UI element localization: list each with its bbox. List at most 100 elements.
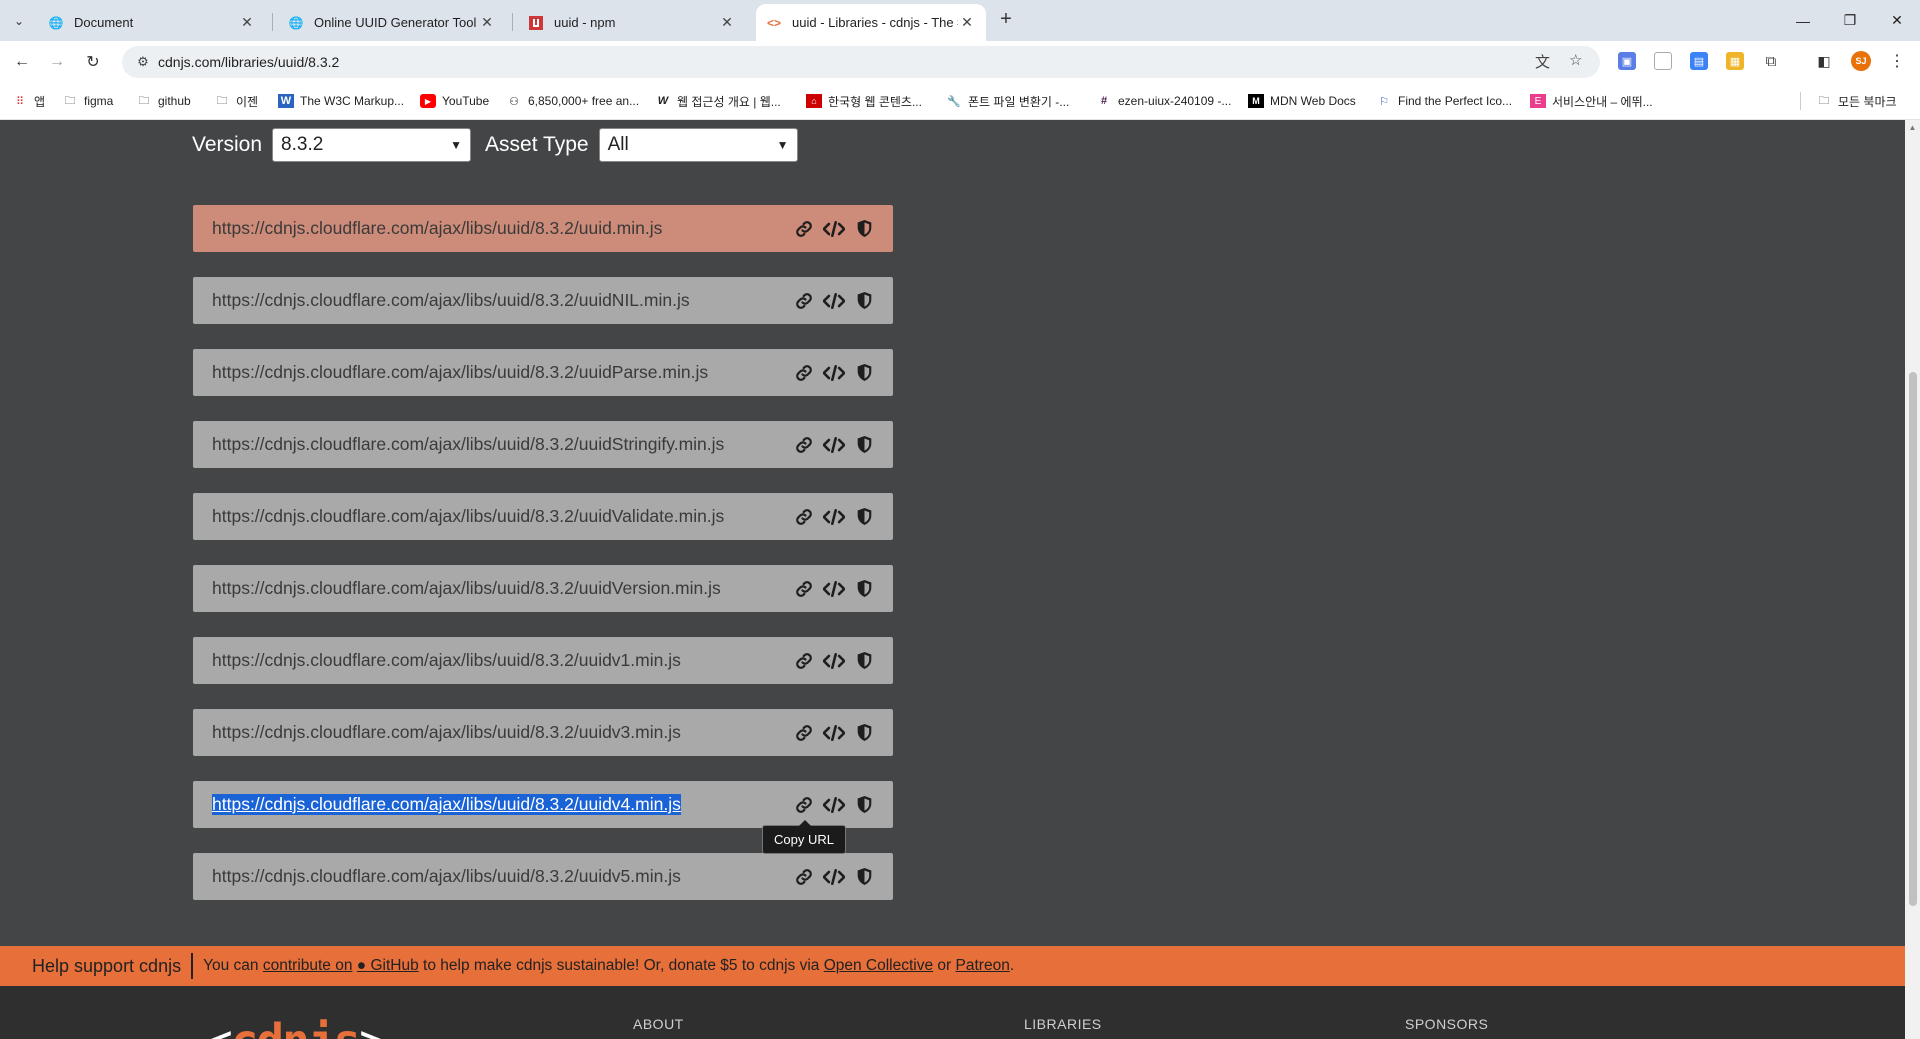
tab-document[interactable]: 🌐 Document ✕ [38, 4, 266, 41]
copy-script-tag-code-icon[interactable] [823, 218, 845, 240]
close-icon[interactable]: ✕ [718, 14, 736, 31]
new-tab-button[interactable]: + [994, 8, 1018, 32]
footer-sponsors[interactable]: SPONSORS [1405, 1016, 1488, 1032]
bookmark-service-guide[interactable]: E 서비스안내 – 에뛰... [1530, 91, 1653, 111]
bookmark-mdn[interactable]: M MDN Web Docs [1248, 91, 1356, 111]
bookmark-font-converter[interactable]: 🔧 폰트 파일 변환기 -... [946, 91, 1069, 111]
copy-script-tag-code-icon[interactable] [823, 722, 845, 744]
e-icon: E [1530, 94, 1546, 108]
patreon-link[interactable]: Patreon [956, 957, 1010, 974]
copy-script-tag-code-icon[interactable] [823, 362, 845, 384]
copy-url-link-icon[interactable] [793, 434, 815, 456]
bookmark-find-icon[interactable]: ⚐ Find the Perfect Ico... [1376, 91, 1512, 111]
asset-url[interactable]: https://cdnjs.cloudflare.com/ajax/libs/u… [212, 506, 724, 527]
reload-button[interactable]: ↻ [80, 49, 106, 75]
tab-cdnjs[interactable]: <> uuid - Libraries - cdnjs - The # ✕ [756, 4, 986, 41]
copy-url-link-icon[interactable] [793, 506, 815, 528]
extension-icon[interactable]: ▣ [1618, 52, 1636, 70]
address-url[interactable]: cdnjs.com/libraries/uuid/8.3.2 [158, 54, 339, 70]
open-collective-link[interactable]: Open Collective [824, 957, 933, 974]
copy-script-tag-code-icon[interactable] [823, 650, 845, 672]
asset-url[interactable]: https://cdnjs.cloudflare.com/ajax/libs/u… [212, 578, 721, 599]
bookmark-w3c[interactable]: W The W3C Markup... [278, 91, 404, 111]
copy-sri-shield-icon[interactable] [853, 794, 875, 816]
bookmark-youtube[interactable]: ▶ YouTube [420, 91, 489, 111]
github-link[interactable]: ● GitHub [357, 957, 419, 974]
copy-script-tag-code-icon[interactable] [823, 290, 845, 312]
copy-sri-shield-icon[interactable] [853, 218, 875, 240]
minimize-button[interactable]: — [1780, 0, 1826, 41]
tab-uuid-generator[interactable]: 🌐 Online UUID Generator Tool ✕ [278, 4, 506, 41]
copy-script-tag-code-icon[interactable] [823, 506, 845, 528]
copy-sri-shield-icon[interactable] [853, 866, 875, 888]
footer-about[interactable]: ABOUT [633, 1016, 684, 1032]
asset-url[interactable]: https://cdnjs.cloudflare.com/ajax/libs/u… [212, 362, 708, 383]
avatar[interactable]: SJ [1851, 51, 1871, 71]
asset-url[interactable]: https://cdnjs.cloudflare.com/ajax/libs/u… [212, 650, 681, 671]
extension-icon[interactable] [1654, 52, 1672, 70]
extension-icon[interactable]: ▦ [1726, 52, 1744, 70]
bookmark-web-accessibility[interactable]: W 웹 접근성 개요 | 웹... [655, 91, 781, 111]
asset-url[interactable]: https://cdnjs.cloudflare.com/ajax/libs/u… [212, 218, 662, 239]
asset-type-value: All [607, 134, 629, 155]
asset-url[interactable]: https://cdnjs.cloudflare.com/ajax/libs/u… [212, 794, 681, 815]
tab-search-button[interactable]: ⌄ [6, 9, 32, 33]
asset-type-select[interactable]: All ▼ [598, 128, 798, 162]
translate-icon[interactable]: 文 [1535, 51, 1550, 72]
cdnjs-logo[interactable]: <cdnjs> [205, 1014, 387, 1039]
bookmark-star-icon[interactable]: ☆ [1569, 51, 1582, 69]
scroll-up-arrow[interactable]: ▲ [1908, 123, 1917, 132]
close-icon[interactable]: ✕ [238, 14, 256, 31]
side-panel-icon[interactable]: ◧ [1815, 52, 1833, 70]
copy-url-link-icon[interactable] [793, 290, 815, 312]
contribute-link[interactable]: contribute on [263, 957, 353, 974]
copy-sri-shield-icon[interactable] [853, 578, 875, 600]
scrollbar-thumb[interactable] [1909, 372, 1917, 906]
close-icon[interactable]: ✕ [958, 14, 976, 31]
scrollbar[interactable]: ▲ [1905, 120, 1920, 1039]
copy-sri-shield-icon[interactable] [853, 362, 875, 384]
footer-libraries[interactable]: LIBRARIES [1024, 1016, 1102, 1032]
bookmark-apps[interactable]: ⠿ 앱 [12, 91, 45, 111]
forward-button[interactable]: → [44, 49, 70, 75]
copy-url-link-icon[interactable] [793, 650, 815, 672]
extension-icon[interactable]: ▤ [1690, 52, 1708, 70]
bookmark-ezen[interactable]: 🗀 이젠 [214, 91, 259, 111]
copy-url-link-icon[interactable] [793, 578, 815, 600]
copy-url-link-icon[interactable] [793, 362, 815, 384]
bookmark-korean-web-content[interactable]: ⌂ 한국형 웹 콘텐츠... [806, 91, 922, 111]
copy-sri-shield-icon[interactable] [853, 506, 875, 528]
bookmark-label: 폰트 파일 변환기 -... [968, 94, 1070, 109]
asset-url[interactable]: https://cdnjs.cloudflare.com/ajax/libs/u… [212, 290, 690, 311]
copy-script-tag-code-icon[interactable] [823, 578, 845, 600]
address-bar[interactable]: ⚙ cdnjs.com/libraries/uuid/8.3.2 文 ☆ [122, 46, 1600, 78]
copy-url-link-icon[interactable] [793, 218, 815, 240]
site-info-icon[interactable]: ⚙ [128, 54, 158, 70]
tab-npm[interactable]: uuid - npm ✕ [518, 4, 746, 41]
asset-url[interactable]: https://cdnjs.cloudflare.com/ajax/libs/u… [212, 434, 724, 455]
version-select[interactable]: 8.3.2 ▼ [272, 128, 472, 162]
copy-sri-shield-icon[interactable] [853, 650, 875, 672]
bookmark-slack[interactable]: # ezen-uiux-240109 -... [1096, 91, 1231, 111]
copy-url-link-icon[interactable] [793, 794, 815, 816]
puzzle-icon[interactable]: ⧉ [1762, 52, 1780, 70]
bookmark-github[interactable]: 🗀 github [136, 91, 191, 111]
copy-url-link-icon[interactable] [793, 866, 815, 888]
copy-sri-shield-icon[interactable] [853, 434, 875, 456]
bookmark-figma[interactable]: 🗀 figma [62, 91, 114, 111]
asset-url[interactable]: https://cdnjs.cloudflare.com/ajax/libs/u… [212, 722, 681, 743]
copy-script-tag-code-icon[interactable] [823, 866, 845, 888]
all-bookmarks[interactable]: 🗀 모든 북마크 [1816, 91, 1897, 111]
menu-icon[interactable]: ⋮ [1888, 52, 1906, 70]
close-window-button[interactable]: ✕ [1874, 0, 1920, 41]
copy-script-tag-code-icon[interactable] [823, 434, 845, 456]
back-button[interactable]: ← [9, 49, 35, 75]
copy-url-link-icon[interactable] [793, 722, 815, 744]
asset-url[interactable]: https://cdnjs.cloudflare.com/ajax/libs/u… [212, 866, 681, 887]
copy-sri-shield-icon[interactable] [853, 722, 875, 744]
restore-button[interactable]: ❐ [1827, 0, 1873, 41]
copy-script-tag-code-icon[interactable] [823, 794, 845, 816]
copy-sri-shield-icon[interactable] [853, 290, 875, 312]
close-icon[interactable]: ✕ [478, 14, 496, 31]
bookmark-flaticon[interactable]: ⚇ 6,850,000+ free an... [506, 91, 639, 111]
